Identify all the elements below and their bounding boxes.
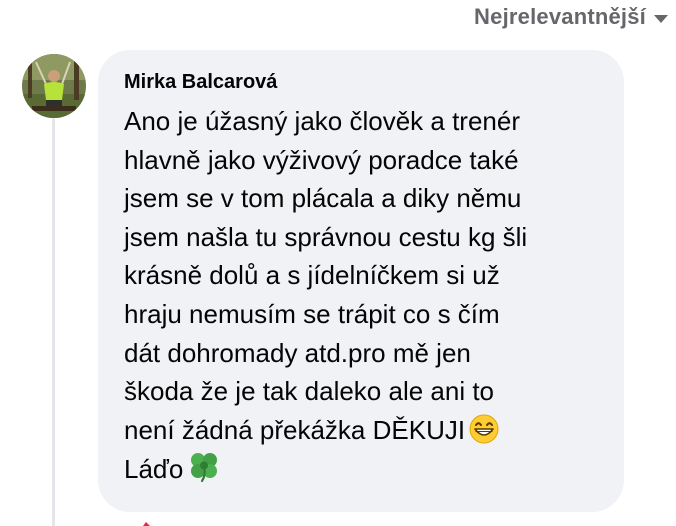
avatar-photo-icon [22, 54, 86, 118]
thread-line [52, 118, 55, 526]
comment-author[interactable]: Mirka Balcarová [124, 68, 600, 96]
comment-line: hraju nemusím se trápit co s čím [124, 298, 500, 329]
comment-line: dát dohromady atd.pro mě jen [124, 337, 471, 368]
comment-bubble: Mirka Balcarová Ano je úžasný jako člově… [98, 50, 624, 512]
reaction-icon[interactable] [138, 516, 152, 526]
comment-line-with-emoji: není žádná překážka DĚKUJI [124, 411, 604, 450]
comment-line: krásně dolů a s jídelníčkem si už [124, 260, 500, 291]
comment-line: Láďo [124, 454, 184, 485]
sort-dropdown[interactable]: Nejrelevantnější [474, 4, 668, 30]
comment-line: jsem se v tom plácala a diky němu [124, 183, 522, 214]
comment-line: škoda že je tak daleko ale ani to [124, 376, 495, 407]
caret-down-icon [654, 14, 668, 23]
comments-section: Nejrelevantnější Mirka Balcarová Ano je … [0, 0, 676, 526]
comment-text: Ano je úžasný jako člověk a trenér hlavn… [124, 102, 604, 489]
sort-label: Nejrelevantnější [474, 4, 646, 29]
comment-line-with-emoji: Láďo [124, 449, 604, 489]
avatar[interactable] [22, 54, 86, 118]
grinning-face-emoji [469, 414, 499, 444]
comment-line: hlavně jako výživový poradce také [124, 144, 519, 175]
comment-line: Ano je úžasný jako člověk a trenér [124, 106, 520, 136]
four-leaf-clover-emoji [187, 449, 221, 483]
comment-line: jsem našla tu správnou cestu kg šli [124, 221, 528, 252]
comment-line: není žádná překážka DĚKUJI [124, 414, 466, 445]
